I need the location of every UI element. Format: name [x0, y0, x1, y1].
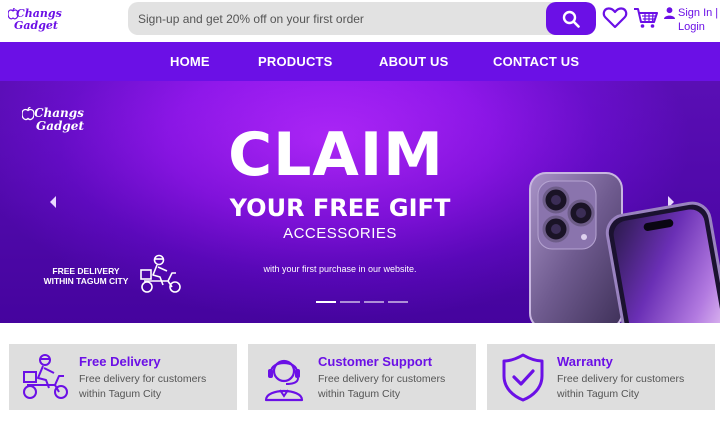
hero-headline: CLAIM — [228, 120, 444, 190]
nav-item-products[interactable]: PRODUCTS — [258, 54, 333, 69]
features-section: Free Delivery Free delivery for customer… — [0, 323, 720, 444]
brand-logo[interactable]: Changs Gadget — [8, 4, 70, 36]
cart-icon[interactable] — [633, 6, 659, 30]
carousel-prev-button[interactable] — [44, 191, 62, 213]
feature-desc-warranty: Free delivery for customers within Tagum… — [557, 373, 685, 400]
feature-card-support: Customer Support Free delivery for custo… — [248, 344, 476, 410]
nav-item-contact-us[interactable]: CONTACT US — [493, 54, 579, 69]
logo-text-line2: Gadget — [14, 19, 58, 32]
search-button[interactable] — [546, 2, 596, 35]
header: Changs Gadget Sign In | — [0, 0, 720, 42]
feature-title-delivery: Free Delivery — [79, 354, 161, 369]
feature-card-delivery: Free Delivery Free delivery for customer… — [9, 344, 237, 410]
carousel-indicators — [316, 301, 410, 305]
hero-logo-text-line2: Gadget — [36, 119, 84, 133]
hero-purchase-note: with your first purchase in our website. — [263, 264, 417, 274]
hero-subheadline: YOUR FREE GIFT — [229, 194, 451, 222]
nav-item-home[interactable]: HOME — [170, 54, 210, 69]
heart-icon[interactable] — [602, 6, 628, 30]
hero-banner: Changs Gadget CLAIM YOUR FREE GIFT ACCES… — [0, 81, 720, 323]
nav-item-about-us[interactable]: ABOUT US — [379, 54, 449, 69]
hero-delivery-note: FREE DELIVERY WITHIN TAGUM CITY — [34, 266, 138, 286]
delivery-scooter-icon — [140, 254, 181, 293]
search-bar — [128, 2, 596, 35]
shield-check-icon — [502, 353, 544, 402]
carousel-dot-3[interactable] — [364, 301, 384, 303]
user-icon — [664, 7, 675, 19]
main-nav: HOME PRODUCTS ABOUT US CONTACT US — [0, 42, 720, 81]
hero-delivery-line2: WITHIN TAGUM CITY — [43, 276, 129, 286]
auth-separator: | — [715, 7, 719, 19]
hero-accessories: ACCESSORIES — [283, 225, 397, 242]
feature-desc-support: Free delivery for customers within Tagum… — [318, 373, 446, 400]
feature-title-warranty: Warranty — [557, 354, 613, 369]
hero-brand-logo: Changs Gadget — [22, 103, 92, 137]
hero-logo-text-line1: Changs — [34, 106, 84, 120]
headset-support-icon — [264, 359, 304, 402]
feature-title-support: Customer Support — [318, 354, 433, 369]
search-input[interactable] — [128, 2, 546, 35]
search-icon — [562, 10, 580, 28]
hero-delivery-line1: FREE DELIVERY — [52, 266, 120, 276]
feature-card-warranty: Warranty Free delivery for customers wit… — [487, 344, 715, 410]
carousel-dot-2[interactable] — [340, 301, 360, 303]
carousel-dot-1[interactable] — [316, 301, 336, 303]
sign-in-link[interactable]: Sign In — [678, 6, 712, 20]
delivery-scooter-icon — [23, 354, 68, 399]
phone-product-image — [529, 172, 720, 323]
logo-text-line1: Changs — [16, 7, 62, 20]
login-link[interactable]: Login — [678, 21, 705, 33]
auth-links: Sign In | Login — [664, 6, 720, 34]
carousel-dot-4[interactable] — [388, 301, 408, 303]
feature-desc-delivery: Free delivery for customers within Tagum… — [79, 373, 207, 400]
apple-logo-icon — [22, 107, 34, 121]
